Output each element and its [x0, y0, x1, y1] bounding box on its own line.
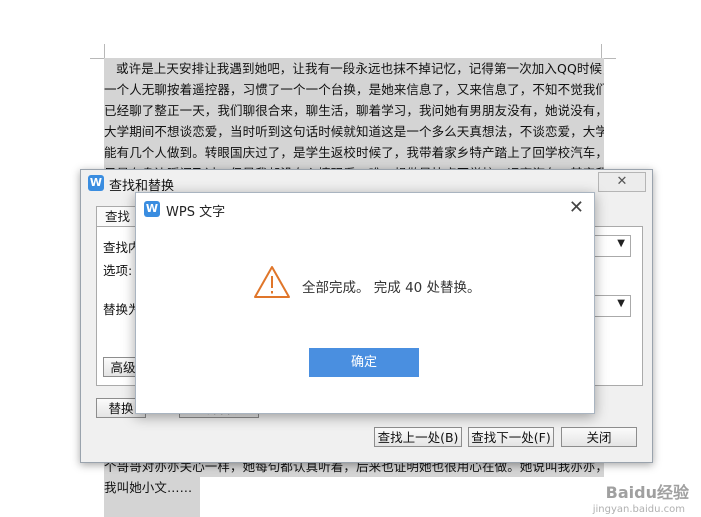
- chevron-down-icon[interactable]: ▼: [617, 298, 625, 309]
- chevron-down-icon[interactable]: ▼: [617, 238, 625, 249]
- document-line: 我叫她小文……: [104, 477, 200, 498]
- crop-mark-left: [90, 44, 105, 59]
- document-line: 大学期间不想谈恋爱，当时听到这句话时候就知道这是一个多么天真想法，不谈恋爱，大学: [104, 121, 604, 142]
- watermark: Baidu经验: [605, 483, 689, 502]
- document-body[interactable]: 或许是上天安排让我遇到她吧，让我有一段永远也抹不掉记忆，记得第一次加入QQ时候，…: [104, 58, 604, 184]
- wps-logo-icon: W: [144, 201, 160, 217]
- selection-highlight: [104, 498, 200, 517]
- close-button[interactable]: 关闭: [561, 427, 637, 447]
- find-previous-button[interactable]: 查找上一处(B): [374, 427, 462, 447]
- document-line: 已经聊了整正一天，我们聊很合来，聊生活，聊着学习，我问她有男朋友没有，她说没有，: [104, 100, 604, 121]
- document-line: 能有几个人做到。转眼国庆过了，是学生返校时候了，我带着家乡特产踏上了回学校汽车，: [104, 142, 604, 163]
- find-replace-close-button[interactable]: ✕: [598, 172, 646, 192]
- watermark-url: jingyan.baidu.com: [592, 504, 685, 515]
- wps-message-box: W WPS 文字 ✕ 全部完成。 完成 40 处替换。 确定: [135, 192, 595, 414]
- close-icon[interactable]: ✕: [569, 197, 584, 218]
- warning-icon: [254, 266, 290, 298]
- message-text: 全部完成。 完成 40 处替换。: [302, 280, 481, 296]
- options-label: 选项:: [103, 263, 133, 278]
- document-line: 或许是上天安排让我遇到她吧，让我有一段永远也抹不掉记忆，记得第一次加入QQ时候，: [104, 58, 604, 79]
- document-line: 一个人无聊按着遥控器，习惯了一个一个台换，是她来信息了，又来信息了，不知不觉我们: [104, 79, 604, 100]
- message-box-title: WPS 文字: [166, 205, 226, 220]
- find-next-button[interactable]: 查找下一处(F): [468, 427, 554, 447]
- ok-button[interactable]: 确定: [309, 348, 419, 377]
- crop-mark-right: [601, 44, 616, 59]
- wps-logo-icon: W: [88, 175, 104, 191]
